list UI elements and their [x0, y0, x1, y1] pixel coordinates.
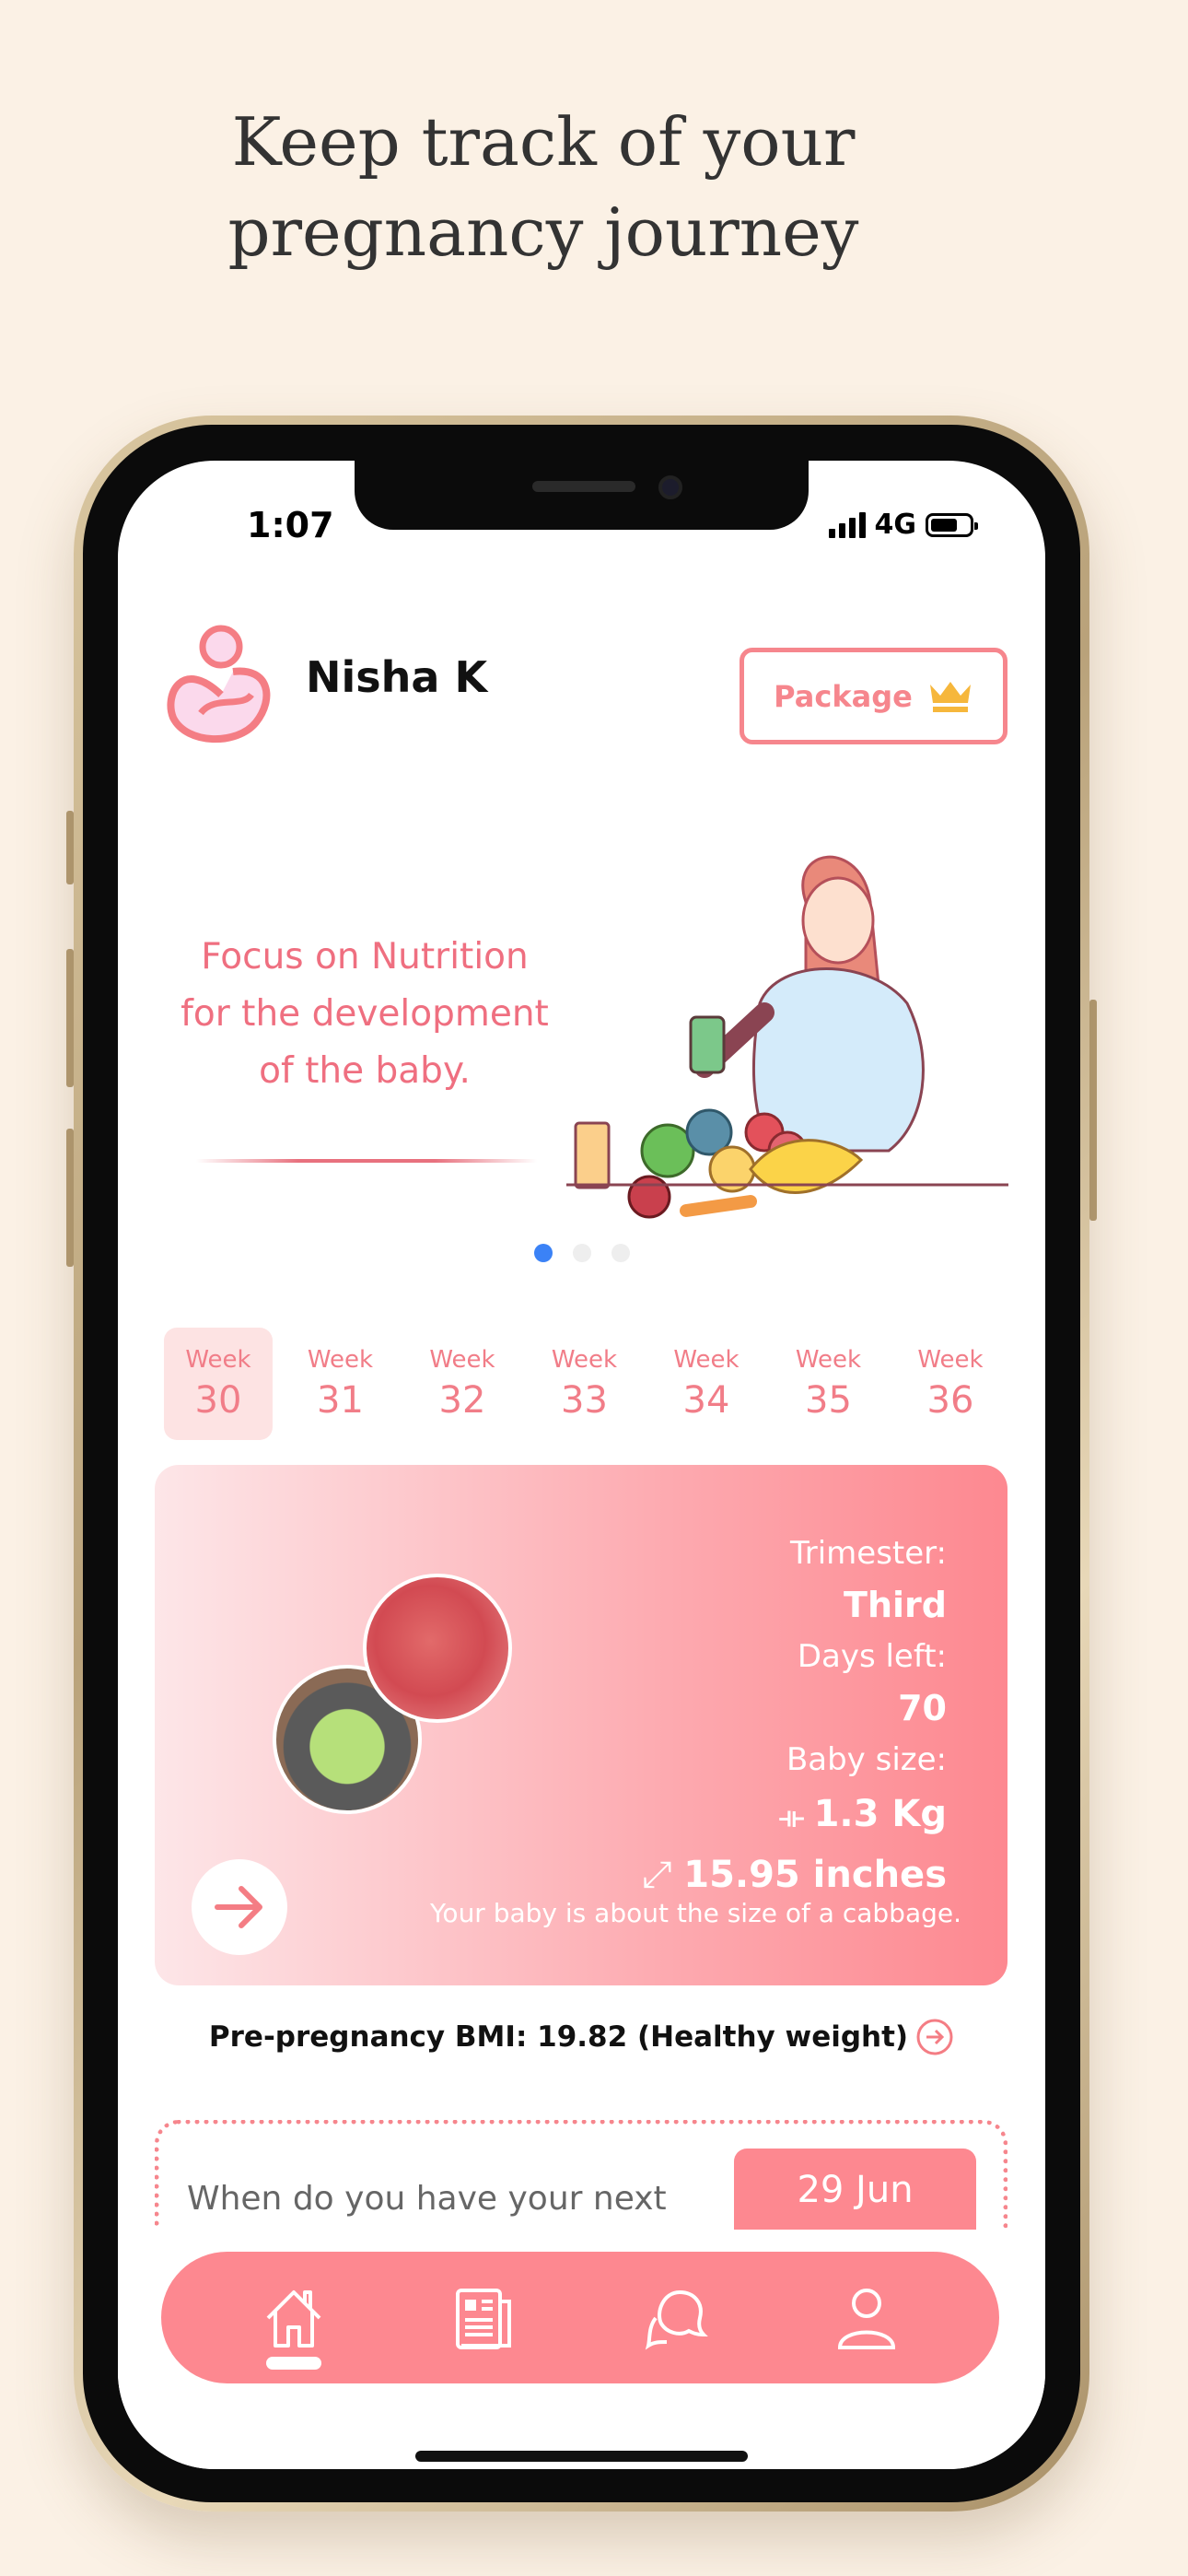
chat-icon — [645, 2289, 708, 2350]
nav-chat[interactable] — [635, 2272, 717, 2364]
week-number: 35 — [805, 1379, 852, 1422]
week-label: Week — [185, 1346, 251, 1374]
baby-weight: 1.3 Kg — [813, 1793, 947, 1835]
arrow-right-icon — [215, 1886, 262, 1928]
week-number: 32 — [438, 1379, 486, 1422]
weight-icon: ⟛ — [778, 1801, 814, 1833]
page-dot[interactable] — [573, 1244, 591, 1262]
package-button[interactable]: Package — [740, 648, 1007, 744]
status-icons: 4G — [828, 509, 978, 541]
week-number: 33 — [561, 1379, 608, 1422]
bottom-nav — [161, 2252, 999, 2383]
arrow-circle-icon[interactable] — [915, 2018, 954, 2056]
battery-icon — [926, 512, 978, 537]
pregnant-woman-illustration[interactable] — [566, 847, 1008, 1234]
week-selector: Week 30 Week 31 Week 32 Week 33 Week 34 Week 3… — [164, 1328, 1005, 1440]
week-tab-35[interactable]: Week 35 — [775, 1328, 883, 1440]
volume-down-button — [66, 1129, 74, 1267]
length-icon: ⤢ — [642, 1854, 684, 1896]
week-label: Week — [307, 1346, 374, 1374]
week-number: 36 — [926, 1379, 974, 1422]
week-tab-33[interactable]: Week 33 — [530, 1328, 639, 1440]
bmi-text: Pre-pregnancy BMI: 19.82 (Healthy weight… — [208, 2020, 909, 2054]
home-icon — [266, 2289, 321, 2348]
app-logo-icon — [167, 625, 271, 744]
next-arrow-button[interactable] — [192, 1859, 287, 1955]
page-dot[interactable] — [534, 1244, 553, 1262]
week-label: Week — [673, 1346, 740, 1374]
baby-info-card[interactable]: Trimester: Third Days left: 70 Baby size… — [155, 1465, 1007, 1985]
week-tab-31[interactable]: Week 31 — [286, 1328, 395, 1440]
crown-icon — [929, 681, 971, 712]
week-number: 31 — [317, 1379, 364, 1422]
week-number: 30 — [194, 1379, 242, 1422]
week-label: Week — [429, 1346, 495, 1374]
headline-line-1: Keep track of your — [231, 103, 856, 181]
home-indicator[interactable] — [415, 2451, 748, 2462]
volume-up-button — [66, 949, 74, 1087]
week-tab-36[interactable]: Week 36 — [896, 1328, 1005, 1440]
trimester-label: Trimester: — [789, 1535, 947, 1572]
mute-switch — [66, 811, 74, 884]
app-screen: 1:07 4G Nisha K Package Focus on Nutriti… — [118, 461, 1045, 2469]
headline: Keep track of your pregnancy journey — [0, 97, 1087, 277]
signal-icon — [828, 511, 866, 538]
banner-underline — [196, 1159, 537, 1163]
package-label: Package — [774, 678, 913, 714]
size-comparison: Your baby is about the size of a cabbage… — [430, 1898, 961, 1928]
page-dot[interactable] — [611, 1244, 630, 1262]
week-number: 34 — [682, 1379, 730, 1422]
user-name: Nisha K — [306, 652, 488, 702]
nav-home[interactable] — [252, 2272, 335, 2370]
week-tab-30[interactable]: Week 30 — [164, 1328, 273, 1440]
days-left-value: 70 — [898, 1688, 947, 1728]
nav-profile[interactable] — [825, 2272, 908, 2364]
banner-pagination[interactable] — [534, 1244, 630, 1262]
headline-line-2: pregnancy journey — [227, 193, 859, 271]
profile-icon — [838, 2288, 896, 2349]
baby-stats: Trimester: Third Days left: 70 Baby size… — [643, 1528, 947, 1903]
network-label: 4G — [874, 509, 917, 541]
active-indicator — [265, 2356, 321, 2370]
baby-size-label: Baby size: — [786, 1741, 947, 1778]
power-button — [1089, 1000, 1097, 1221]
news-icon — [456, 2288, 512, 2349]
reminder-question: When do you have your next — [187, 2180, 667, 2218]
nav-articles[interactable] — [443, 2272, 526, 2364]
notch — [355, 461, 809, 530]
baby-length: 15.95 inches — [683, 1854, 947, 1896]
banner-text: Focus on Nutrition for the development o… — [181, 936, 549, 1092]
status-time: 1:07 — [247, 505, 334, 545]
fetus-image — [363, 1574, 512, 1723]
trimester-value: Third — [844, 1585, 947, 1625]
week-label: Week — [551, 1346, 618, 1374]
week-label: Week — [917, 1346, 984, 1374]
week-tab-32[interactable]: Week 32 — [408, 1328, 517, 1440]
week-tab-34[interactable]: Week 34 — [652, 1328, 761, 1440]
days-left-label: Days left: — [797, 1638, 947, 1675]
bmi-row[interactable]: Pre-pregnancy BMI: 19.82 (Healthy weight… — [118, 2018, 1045, 2056]
week-label: Week — [795, 1346, 862, 1374]
